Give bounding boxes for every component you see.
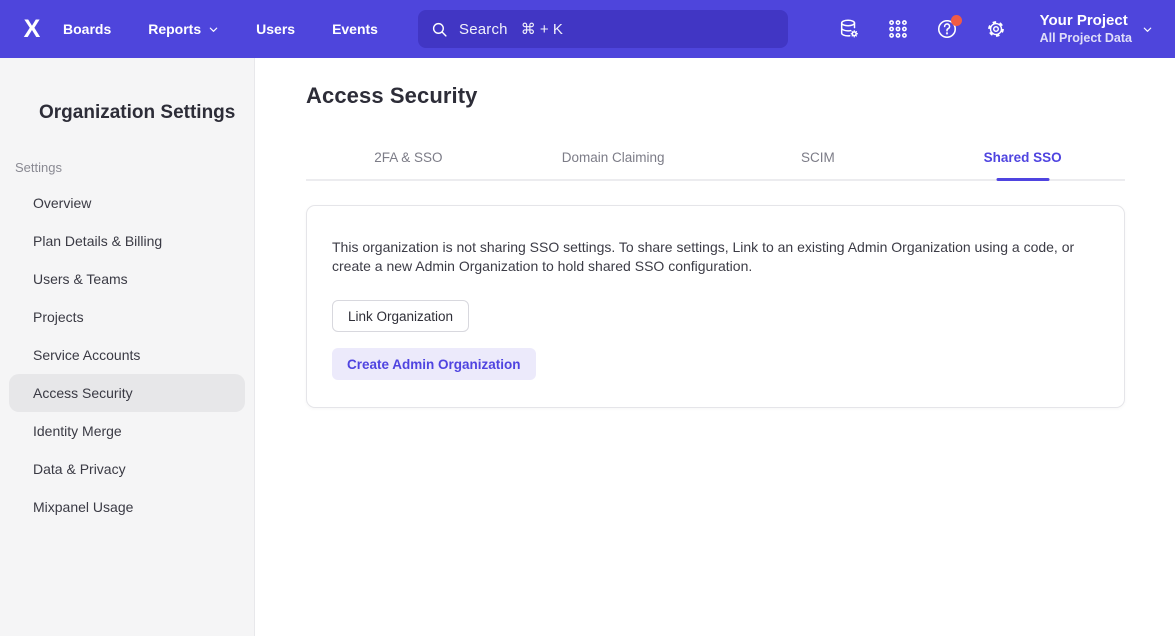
sidebar-item-projects[interactable]: Projects	[9, 298, 245, 336]
nav-item-boards[interactable]: Boards	[63, 21, 111, 37]
sidebar-section-label: Settings	[15, 160, 254, 175]
sidebar-item-users-teams[interactable]: Users & Teams	[9, 260, 245, 298]
chevron-down-icon	[208, 24, 219, 35]
notification-dot	[951, 15, 962, 26]
tab-domain-claiming[interactable]: Domain Claiming	[511, 150, 716, 179]
search-icon	[431, 21, 448, 38]
apps-grid-icon[interactable]	[887, 18, 909, 40]
settings-sidebar: Organization Settings Settings Overview …	[0, 58, 255, 636]
sidebar-item-mixpanel-usage[interactable]: Mixpanel Usage	[9, 488, 245, 526]
tab-shared-sso[interactable]: Shared SSO	[920, 150, 1125, 179]
main-content: Access Security 2FA & SSO Domain Claimin…	[256, 58, 1175, 636]
nav-item-reports[interactable]: Reports	[148, 21, 219, 37]
sidebar-item-overview[interactable]: Overview	[9, 184, 245, 222]
sidebar-item-identity-merge[interactable]: Identity Merge	[9, 412, 245, 450]
page-title: Access Security	[306, 83, 1125, 109]
tab-bar: 2FA & SSO Domain Claiming SCIM Shared SS…	[306, 150, 1125, 181]
create-admin-organization-button[interactable]: Create Admin Organization	[332, 348, 536, 380]
chevron-down-icon	[1142, 24, 1153, 35]
card-buttons: Link Organization Create Admin Organizat…	[332, 276, 1099, 380]
mixpanel-logo-icon[interactable]: X	[0, 15, 63, 44]
nav-item-label: Events	[332, 21, 378, 37]
top-nav-links: Boards Reports Users Events	[63, 21, 378, 37]
project-names: Your Project All Project Data	[1040, 12, 1132, 46]
nav-item-events[interactable]: Events	[332, 21, 378, 37]
nav-item-users[interactable]: Users	[256, 21, 295, 37]
tab-2fa-sso[interactable]: 2FA & SSO	[306, 150, 511, 179]
search-input[interactable]: Search ⌘ + K	[418, 10, 788, 48]
search-placeholder: Search	[459, 21, 508, 38]
nav-item-label: Boards	[63, 21, 111, 37]
shared-sso-card: This organization is not sharing SSO set…	[306, 205, 1125, 408]
tab-scim[interactable]: SCIM	[716, 150, 921, 179]
search-shortcut-hint: ⌘ + K	[521, 20, 563, 38]
sidebar-item-access-security[interactable]: Access Security	[9, 374, 245, 412]
nav-item-label: Users	[256, 21, 295, 37]
sidebar-items: Overview Plan Details & Billing Users & …	[0, 184, 254, 526]
shared-sso-description: This organization is not sharing SSO set…	[332, 238, 1094, 276]
sidebar-item-data-privacy[interactable]: Data & Privacy	[9, 450, 245, 488]
project-switcher[interactable]: Your Project All Project Data	[1040, 12, 1153, 46]
data-management-icon[interactable]	[838, 18, 860, 40]
link-organization-button[interactable]: Link Organization	[332, 300, 469, 332]
project-subtitle: All Project Data	[1040, 31, 1132, 47]
sidebar-item-plan-details-billing[interactable]: Plan Details & Billing	[9, 222, 245, 260]
project-title: Your Project	[1040, 12, 1128, 31]
help-icon[interactable]	[936, 18, 958, 40]
top-nav-bar: X Boards Reports Users Events Search ⌘ +…	[0, 0, 1175, 58]
sidebar-title: Organization Settings	[39, 102, 254, 124]
nav-item-label: Reports	[148, 21, 201, 37]
gear-icon[interactable]	[985, 18, 1007, 40]
top-bar-actions: Your Project All Project Data	[838, 0, 1175, 58]
sidebar-item-service-accounts[interactable]: Service Accounts	[9, 336, 245, 374]
